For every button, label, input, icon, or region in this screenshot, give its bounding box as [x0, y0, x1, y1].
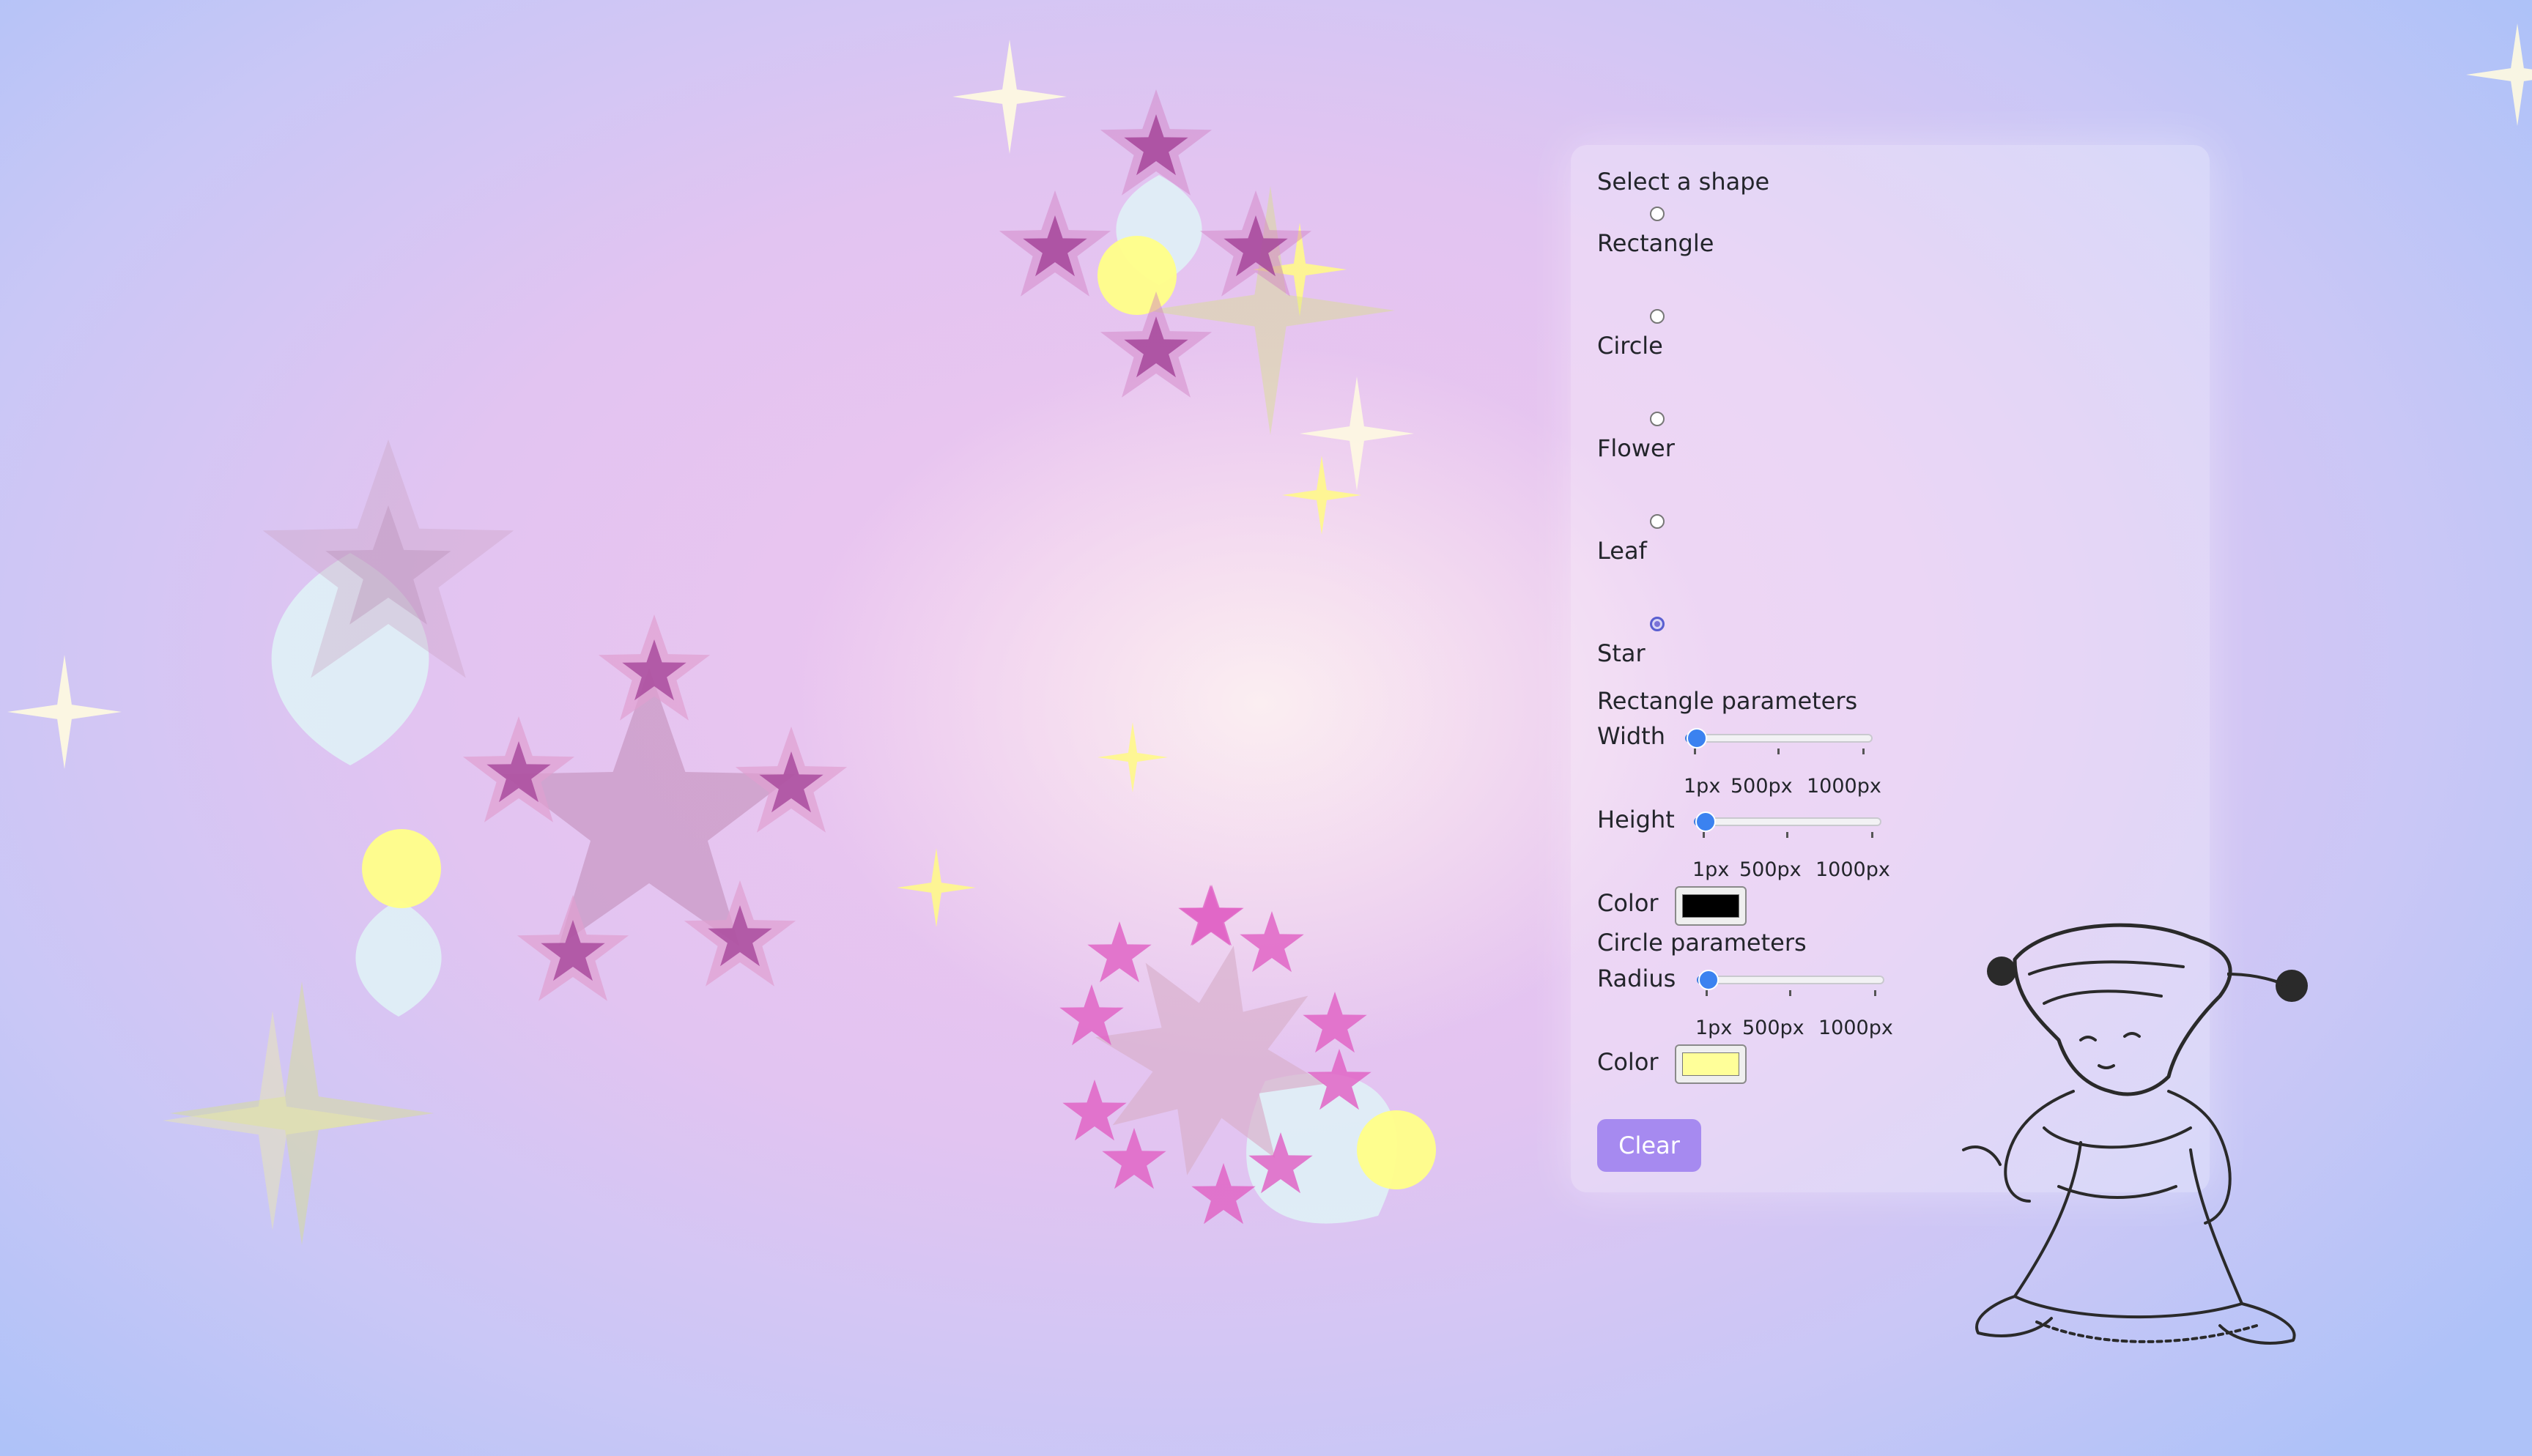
height-tick-min: 1px — [1692, 858, 1730, 881]
circle-yellow-bottom — [1357, 1110, 1436, 1189]
leaf-shape-small — [355, 899, 442, 1017]
circle-parameters-heading: Circle parameters — [1597, 929, 1807, 957]
width-slider[interactable] — [1685, 725, 1873, 754]
sparkle-10 — [163, 1011, 382, 1230]
sparkle-3 — [2466, 23, 2532, 126]
circle-yellow-left — [362, 829, 441, 908]
rectangle-color-label: Color — [1597, 889, 1659, 917]
radio-label-circle: Circle — [1597, 332, 1663, 360]
circle-yellow-top — [1097, 236, 1177, 315]
circle-color-label: Color — [1597, 1048, 1659, 1076]
sparkle-5 — [1282, 456, 1361, 535]
radio-label-star: Star — [1597, 639, 1646, 667]
sparkle-2 — [1300, 376, 1414, 491]
radius-tick-max: 1000px — [1818, 1017, 1893, 1039]
radio-star[interactable] — [1650, 617, 1665, 631]
height-label: Height — [1597, 806, 1675, 833]
radio-label-flower: Flower — [1597, 434, 1675, 462]
radius-tick-mid: 500px — [1742, 1017, 1804, 1039]
bottom-ring-star-1 — [1087, 921, 1152, 983]
radius-label: Radius — [1597, 965, 1676, 992]
sparkle-4 — [1097, 722, 1168, 792]
radius-slider[interactable] — [1697, 967, 1884, 996]
radio-circle[interactable] — [1650, 309, 1665, 324]
height-slider[interactable] — [1694, 809, 1881, 838]
bottom-ring-star-6 — [1062, 1080, 1127, 1141]
bottom-ring-star-4 — [1303, 992, 1367, 1053]
bottom-ring-star-9 — [1191, 1163, 1256, 1225]
radio-rectangle[interactable] — [1650, 207, 1665, 221]
radio-label-rectangle: Rectangle — [1597, 229, 1714, 257]
radio-label-leaf: Leaf — [1597, 537, 1647, 565]
radio-leaf[interactable] — [1650, 514, 1665, 529]
radius-tick-min: 1px — [1695, 1017, 1733, 1039]
height-tick-mid: 500px — [1739, 858, 1802, 881]
width-tick-mid: 500px — [1730, 775, 1793, 798]
sparkle-1 — [7, 655, 122, 769]
bottom-ring-star-2 — [1240, 911, 1304, 973]
radio-flower[interactable] — [1650, 412, 1665, 426]
width-tick-min: 1px — [1684, 775, 1721, 798]
sketch-girl-illustration — [1962, 923, 2308, 1345]
sparkle-0 — [952, 40, 1067, 154]
rectangle-parameters-heading: Rectangle parameters — [1597, 687, 1858, 715]
rectangle-color-picker[interactable] — [1675, 886, 1747, 926]
width-label: Width — [1597, 722, 1665, 750]
circle-color-picker[interactable] — [1675, 1044, 1747, 1084]
width-tick-max: 1000px — [1807, 775, 1881, 798]
clear-button[interactable]: Clear — [1597, 1119, 1701, 1172]
select-shape-heading: Select a shape — [1597, 168, 1770, 196]
height-tick-max: 1000px — [1815, 858, 1890, 881]
sparkle-6 — [897, 848, 976, 927]
